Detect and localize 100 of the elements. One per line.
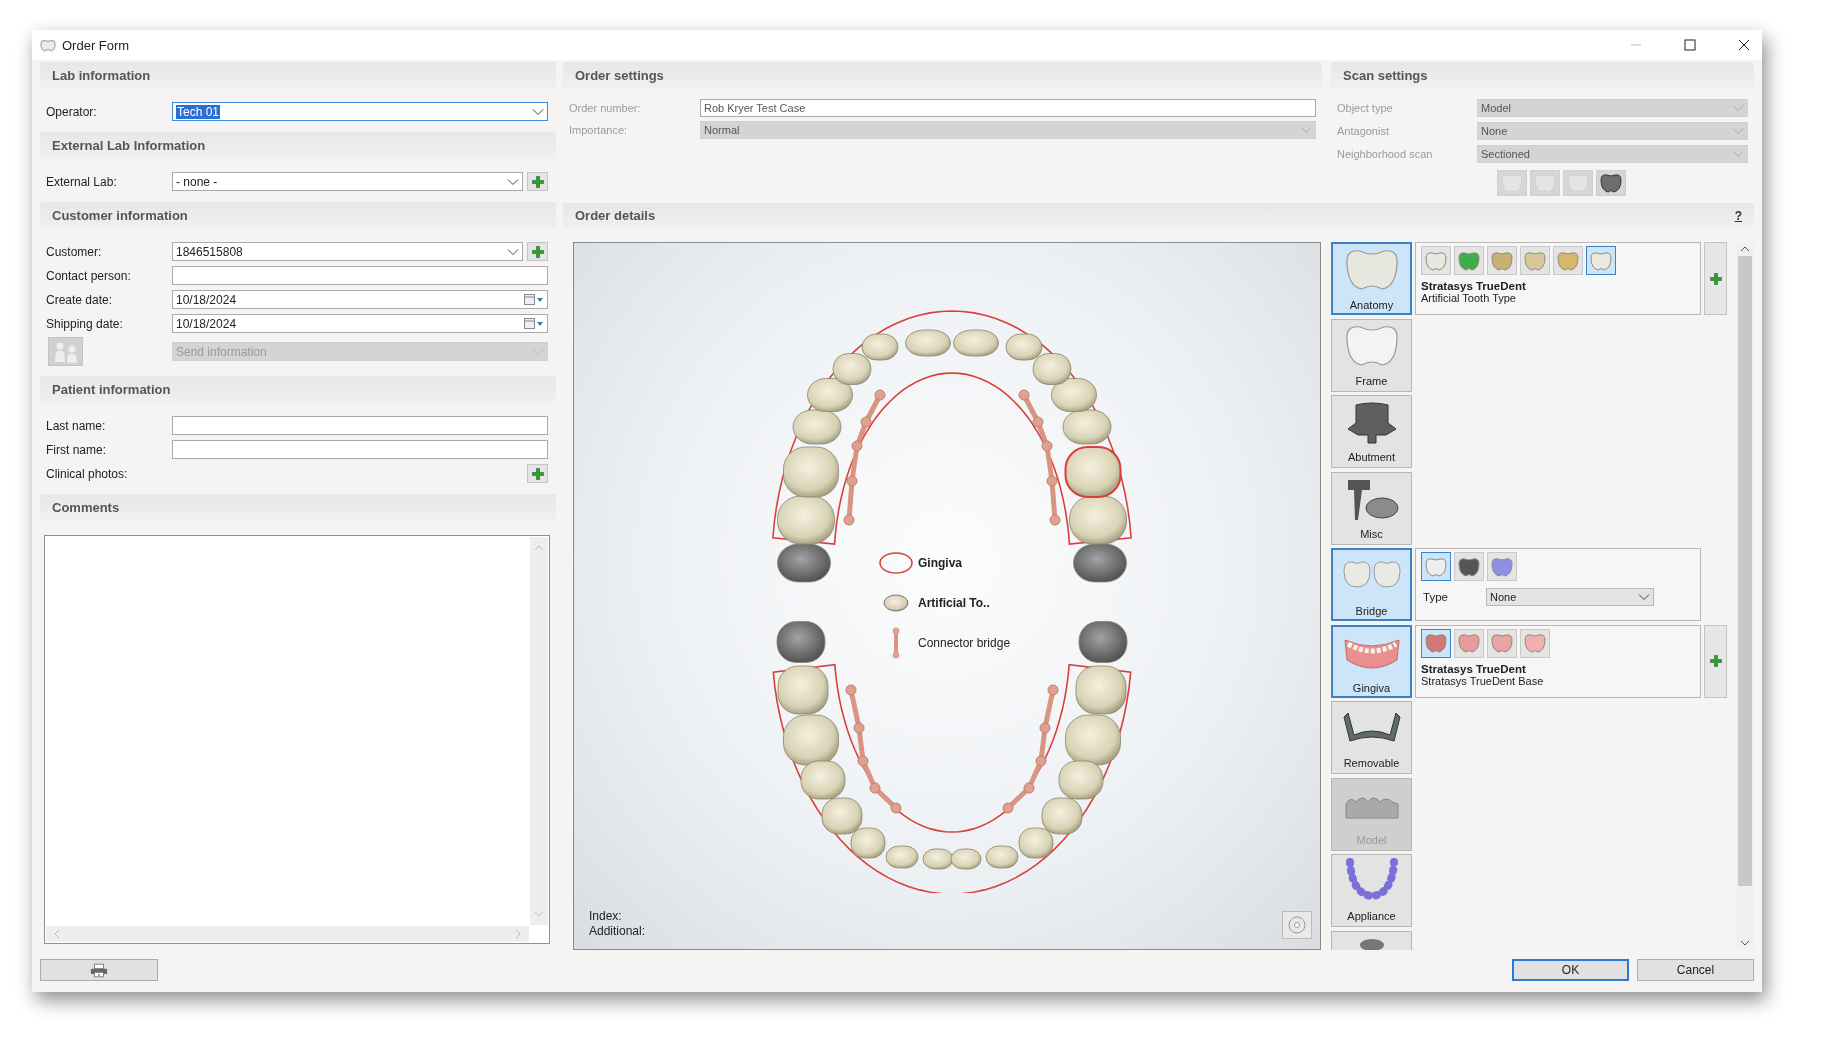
field-label: First name: [46,442,106,457]
legend-label: Artificial To.. [918,596,990,610]
tooth-icon [1599,173,1623,193]
add-button[interactable] [527,172,548,191]
option-button[interactable] [1421,628,1451,658]
category-button[interactable]: Removable [1331,701,1412,774]
tooth-icon [1490,250,1514,271]
option-button[interactable] [1487,628,1517,658]
option-button[interactable] [1454,552,1484,581]
scrollbar[interactable] [1736,242,1754,950]
category-button[interactable]: Gingiva [1331,624,1412,698]
legend-label: Connector bridge [918,636,1011,650]
field-label: Object type [1337,101,1394,114]
plus-icon [1709,272,1722,285]
option-button[interactable] [1421,552,1451,581]
chevron-down-icon [507,247,519,256]
text-field[interactable] [172,440,548,459]
tooth-icon [40,38,56,52]
text-field[interactable] [172,266,548,285]
tooth-icon [1424,556,1448,577]
printer-icon [90,962,108,978]
field-label: Type [1422,591,1449,603]
dropdown[interactable]: Tech 01 [172,102,548,121]
date-field[interactable]: 10/18/2024 [172,314,548,333]
category-button[interactable]: Misc [1331,471,1412,545]
section-header: Scan settings [1331,62,1754,89]
plus-icon [1709,655,1722,667]
scroll-down-icon[interactable] [1740,940,1750,946]
maximize-icon[interactable] [1684,39,1696,51]
section-header: Customer information [40,202,556,229]
view-button[interactable] [1282,911,1312,939]
dialog-button[interactable]: OK [1512,959,1629,981]
field-label: Order number: [569,101,642,114]
add-button[interactable] [527,242,548,261]
field-label: Neighborhood scan [1337,147,1434,160]
help-link[interactable]: ? [1734,208,1742,223]
gingiva-legend-icon [879,552,913,574]
calendar-icon[interactable] [524,317,544,330]
product-title: Stratasys TrueDent [1421,662,1527,675]
section-header: Patient information [40,376,556,403]
category-button[interactable]: Frame [1331,318,1412,392]
option-button[interactable] [1586,246,1616,275]
close-icon[interactable] [1738,39,1750,51]
scrollbar[interactable] [46,926,529,942]
tooth-icon [1457,556,1481,577]
add-button[interactable] [527,464,548,483]
dropdown[interactable]: 1846515808 [172,242,523,261]
section-header: Comments [40,494,556,521]
print-button[interactable] [40,959,158,981]
scroll-right-icon[interactable] [515,929,521,939]
connector-legend-icon [892,627,900,659]
product-subtitle: Artificial Tooth Type [1421,292,1517,304]
dropdown[interactable]: - none - [172,172,523,191]
category-button[interactable]: Bridge [1331,548,1412,621]
section-header: Lab information [40,62,556,89]
field-label: Last name: [46,418,106,433]
disc-icon [1287,915,1307,935]
add-button[interactable] [1704,242,1727,315]
scrollbar-thumb[interactable] [1738,256,1752,886]
category-button[interactable]: Appliance [1331,854,1412,927]
field-label: Customer: [46,244,102,259]
tooth-icon [1457,633,1481,653]
calendar-icon[interactable] [524,293,544,306]
scroll-left-icon[interactable] [54,929,60,939]
category-button[interactable]: Anatomy [1331,242,1412,315]
text-field[interactable] [172,416,548,435]
field-label: External Lab: [46,174,117,189]
comments-field[interactable] [44,535,550,944]
additional-label: Additional: [589,924,646,939]
tooth-icon [1424,250,1448,271]
tooth-icon [1589,250,1613,271]
option-button[interactable] [1520,628,1550,658]
category-button[interactable]: Abutment [1331,395,1412,468]
field-label: Contact person: [46,268,131,283]
section-header: External Lab Information [40,132,556,159]
tooth-icon [1490,633,1514,653]
tooth-icon [1523,250,1547,271]
send-button[interactable] [48,337,83,366]
field-label: Operator: [46,104,97,119]
date-field[interactable]: 10/18/2024 [172,290,548,309]
chevron-down-icon [507,177,519,186]
chevron-down-icon [1638,593,1650,601]
scan-option-button[interactable] [1596,170,1626,196]
dropdown[interactable]: None [1486,588,1654,606]
option-button[interactable] [1454,628,1484,658]
upper-arch-drawing[interactable] [772,310,1132,583]
add-button[interactable] [1704,624,1727,698]
chevron-down-icon [532,107,544,116]
option-button[interactable] [1487,552,1517,581]
text-field[interactable]: Rob Kryer Test Case [700,98,1316,117]
field-label: Antagonist [1337,124,1390,137]
lower-arch-drawing[interactable] [772,621,1132,893]
option-button[interactable] [1454,246,1484,275]
dialog-button[interactable]: Cancel [1637,959,1754,981]
plus-icon [531,467,544,480]
scroll-up-icon[interactable] [1740,246,1750,252]
field-label: Importance: [569,123,629,136]
legend-label: Gingiva [918,556,962,570]
section-header: Order settings [563,62,1322,89]
window-title: Order Form [62,37,130,53]
